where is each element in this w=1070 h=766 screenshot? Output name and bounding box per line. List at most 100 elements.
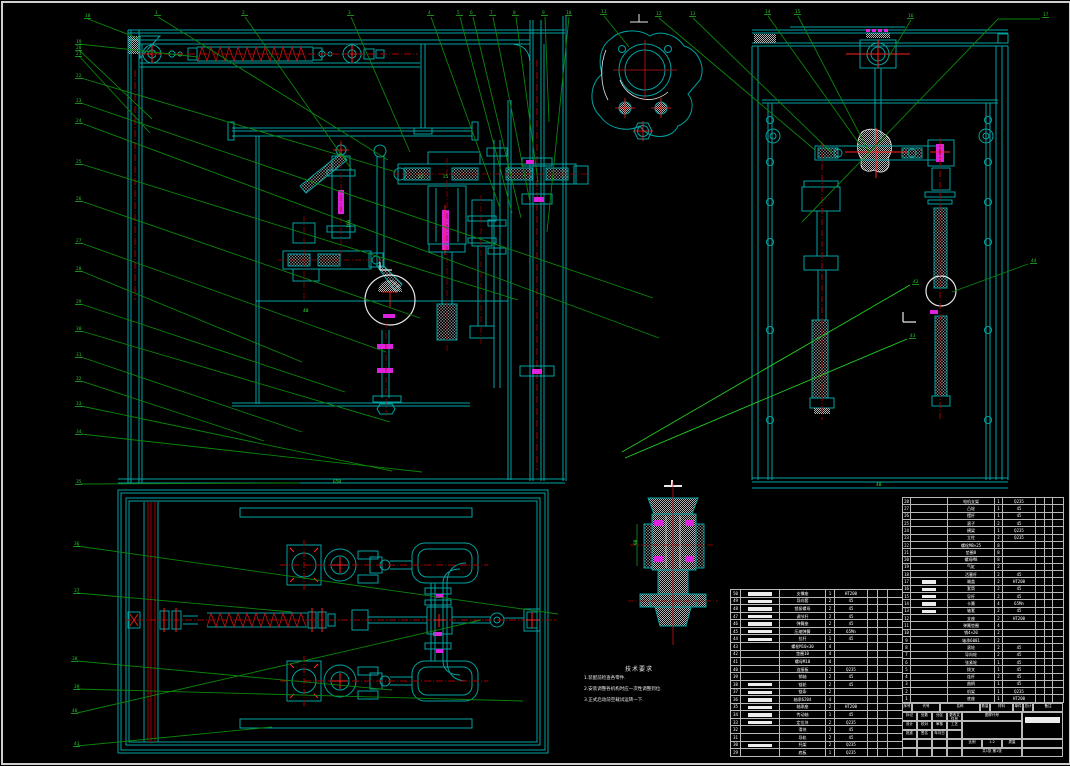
callout-balloon: 15 (795, 9, 801, 15)
bom-row: 28电机支架1Q235 (903, 498, 1064, 505)
callout-balloon: 3 (348, 10, 351, 16)
title-block-header-cell: 材料 (990, 703, 1013, 712)
title-block-weight-label: 质量 (1002, 739, 1022, 748)
leader-line (888, 20, 911, 58)
bom-row: 46弹簧座245 (731, 620, 903, 628)
title-block-sign-cell: 设计 (902, 721, 917, 730)
callout-balloon: 42 (913, 279, 919, 285)
part-code-highlight (748, 698, 772, 702)
technical-note-line: 1.装配前检查各零件. (584, 673, 744, 684)
bom-row: 10销4×202 (903, 629, 1064, 636)
title-block-sign-cell (932, 739, 947, 748)
bom-row: 21垫圈88 (903, 549, 1064, 556)
front-view (118, 16, 566, 483)
bom-row: 7导向轮245 (903, 651, 1064, 658)
bom-row: 3曲柄145 (903, 680, 1064, 687)
title-block: 序号代号名称数量材料单件总计备注 标记处数分区更改文件号设计校对审核工艺批准签名… (902, 703, 1063, 757)
callout-balloon: 22 (76, 73, 82, 79)
bom-row: 44拉杆145 (731, 635, 903, 643)
leader-line (81, 381, 264, 441)
title-block-scale-value: 1:2 (982, 739, 1002, 748)
bom-table-right: 28电机支架1Q23527凸轮14526摆杆14525滚子24524横梁1Q23… (902, 497, 1064, 703)
dimension-text: 25 (418, 174, 424, 180)
bom-row: 22螺栓M8×258 (903, 541, 1064, 548)
bom-row: 47调节杆245 (731, 612, 903, 620)
bom-row: 29底板1Q235 (731, 749, 903, 757)
front-view-mechanism (278, 140, 592, 418)
title-block-sign-cell: 更改文件号 (947, 712, 962, 721)
part-code-highlight (748, 622, 772, 626)
bom-row: 2机架1Q235 (903, 688, 1064, 695)
callout-balloon: 36 (74, 541, 80, 547)
bom-row: 12支座2HT200 (903, 615, 1064, 622)
bom-row: 4连杆245 (903, 673, 1064, 680)
bom-row: 13轴套245 (903, 607, 1064, 614)
title-block-code-cell: 图样代号 (962, 712, 1022, 721)
leader-line (77, 546, 558, 614)
callout-balloon: 7 (490, 10, 493, 16)
leader-line (158, 17, 388, 160)
callout-balloon: 24 (76, 118, 82, 124)
leader-line (798, 16, 869, 152)
title-block-extra-cell2 (1022, 748, 1063, 757)
callout-balloon: 5 (457, 10, 460, 16)
bom-row: 49导向套245 (731, 597, 903, 605)
leader-line (351, 17, 410, 152)
title-block-sign-cell (902, 748, 917, 757)
title-block-name-cell (962, 721, 1022, 739)
bom-row: 35轴承座2HT200 (731, 703, 903, 711)
title-block-sign-cell: 校对 (917, 721, 932, 730)
bom-row: 34传动轴145 (731, 711, 903, 719)
leader-line (622, 285, 910, 452)
technical-note-line: 3.正式启动前空载试运转一下. (584, 695, 744, 706)
part-code-highlight (748, 691, 772, 695)
part-code-highlight (748, 713, 772, 717)
callout-balloon: 31 (76, 352, 82, 358)
callout-balloon: 43 (910, 333, 916, 339)
bom-row: 32滑块245 (731, 726, 903, 734)
bom-row: 43螺栓M10×304 (731, 643, 903, 651)
bom-row: 31导轨245 (731, 733, 903, 741)
title-block-sign-cell: 标记 (902, 712, 917, 721)
dimension-text: 25 (443, 174, 449, 180)
title-block-sign-cell (902, 739, 917, 748)
bom-row: 45压缩弹簧265Mn (731, 627, 903, 635)
title-block-header-cell: 代号 (912, 703, 940, 712)
leader-line (81, 357, 302, 432)
bom-row: 42垫圈104 (731, 650, 903, 658)
dimension-text: 90 (633, 539, 639, 545)
title-block-sign-cell (917, 748, 932, 757)
callout-balloon: 14 (765, 9, 771, 15)
callout-balloon: 33 (76, 401, 82, 407)
leader-line (625, 339, 907, 458)
leader-line (473, 17, 521, 218)
callout-balloon: 4 (428, 10, 431, 16)
callout-balloon: 16 (908, 13, 914, 19)
bom-row: 38链轮245 (731, 680, 903, 688)
callout-balloon: 32 (76, 376, 82, 382)
title-block-header-cell: 总计 (1023, 703, 1033, 712)
dimension-text: 40 (303, 308, 309, 314)
callout-balloon: 10 (566, 10, 572, 16)
plan-view (118, 490, 556, 753)
bom-row: 36轴承62044 (731, 696, 903, 704)
callout-balloon: 13 (690, 11, 696, 17)
part-code-highlight (922, 588, 936, 592)
bom-row: 40连接板2Q235 (731, 665, 903, 673)
part-code-highlight (748, 630, 772, 634)
callout-balloon: 44 (1031, 258, 1037, 264)
bom-row: 14卡簧465Mn (903, 600, 1064, 607)
callout-balloon: 9 (542, 10, 545, 16)
title-block-sign-cell (932, 748, 947, 757)
section-detail-b (628, 480, 718, 645)
part-code-highlight (748, 615, 772, 619)
callout-balloon: 20 (76, 45, 82, 51)
leader-line (88, 19, 140, 39)
title-block-header-cell: 备注 (1033, 703, 1063, 712)
callout-balloon: 6 (470, 10, 473, 16)
part-code-highlight (922, 595, 936, 599)
callout-balloon: 37 (74, 588, 80, 594)
callout-balloon: 8 (513, 10, 516, 16)
dimension-text: 160 (346, 220, 352, 228)
part-code-highlight (748, 638, 772, 642)
